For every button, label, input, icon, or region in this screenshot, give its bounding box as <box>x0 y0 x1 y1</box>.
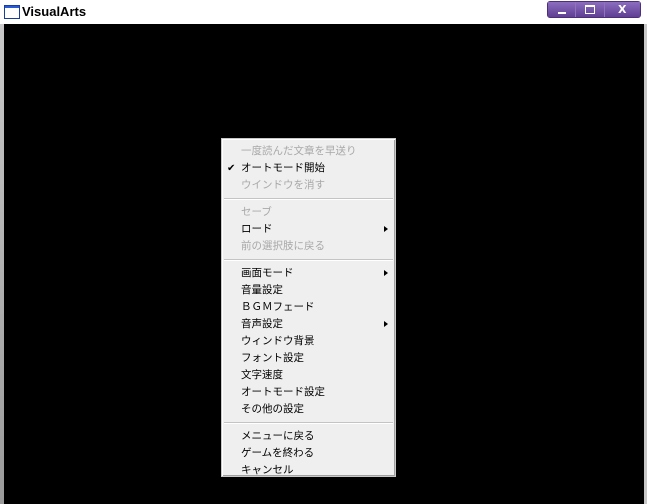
menu-item[interactable]: 文字速度 <box>222 367 395 384</box>
menu-item[interactable]: ゲームを終わる <box>222 445 395 462</box>
menu-item-label: 前の選択肢に戻る <box>241 240 325 252</box>
menu-item[interactable]: キャンセル <box>222 462 395 479</box>
context-menu: 一度読んだ文章を早送り ✔ オートモード開始 ウインドウを消す セーブロード前の選択肢に… <box>221 138 396 477</box>
submenu-arrow-icon <box>384 226 388 232</box>
menu-item[interactable]: ロード <box>222 221 395 238</box>
minimize-icon <box>557 11 566 14</box>
submenu-arrow-icon <box>384 321 388 327</box>
menu-item[interactable]: オートモード設定 <box>222 384 395 401</box>
app-window-icon <box>4 5 20 19</box>
menu-item-label: フォント設定 <box>241 352 304 364</box>
menu-item: ウインドウを消す <box>222 177 395 194</box>
menu-item-label: 一度読んだ文章を早送り <box>241 145 357 157</box>
submenu-arrow-icon <box>384 270 388 276</box>
menu-item-label: ゲームを終わる <box>241 447 315 459</box>
menu-item: 前の選択肢に戻る <box>222 238 395 255</box>
menu-item-label: キャンセル <box>241 464 294 476</box>
menu-item-label: ロード <box>241 223 273 235</box>
menu-item-label: オートモード開始 <box>241 162 325 174</box>
caption-buttons: X <box>547 1 641 18</box>
menu-item[interactable]: 画面モード <box>222 265 395 282</box>
menu-item[interactable]: フォント設定 <box>222 350 395 367</box>
menu-item-label: 文字速度 <box>241 369 283 381</box>
checkmark-icon: ✔ <box>227 163 236 174</box>
menu-separator <box>224 422 393 424</box>
menu-item[interactable]: メニューに戻る <box>222 428 395 445</box>
menu-item: 一度読んだ文章を早送り <box>222 143 395 160</box>
app-window: VisualArts X 一度読んだ文章を早送り ✔ オートモード開始 ウインドウを消… <box>0 0 647 504</box>
menu-item[interactable]: ＢＧＭフェード <box>222 299 395 316</box>
menu-separator <box>224 259 393 261</box>
menu-item[interactable]: 音声設定 <box>222 316 395 333</box>
title-bar[interactable]: VisualArts X <box>0 0 647 24</box>
minimize-button[interactable] <box>548 2 577 17</box>
menu-separator <box>224 198 393 200</box>
menu-item-label: 画面モード <box>241 267 294 279</box>
menu-item[interactable]: 音量設定 <box>222 282 395 299</box>
menu-item[interactable]: ✔ オートモード開始 <box>222 160 395 177</box>
close-icon: X <box>618 3 627 16</box>
menu-item-label: ウィンドウ背景 <box>241 335 315 347</box>
menu-item-label: その他の設定 <box>241 403 304 415</box>
close-button[interactable]: X <box>604 2 640 17</box>
menu-item-label: 音声設定 <box>241 318 283 330</box>
maximize-button[interactable] <box>576 2 605 17</box>
menu-item[interactable]: ウィンドウ背景 <box>222 333 395 350</box>
menu-item-label: オートモード設定 <box>241 386 325 398</box>
maximize-icon <box>584 5 595 14</box>
menu-item-label: ＢＧＭフェード <box>241 301 315 313</box>
menu-item[interactable]: その他の設定 <box>222 401 395 418</box>
menu-item-label: ウインドウを消す <box>241 179 325 191</box>
menu-item-label: 音量設定 <box>241 284 283 296</box>
menu-item-label: セーブ <box>241 206 272 218</box>
window-title: VisualArts <box>22 4 87 19</box>
menu-item-label: メニューに戻る <box>241 430 315 442</box>
menu-item: セーブ <box>222 204 395 221</box>
